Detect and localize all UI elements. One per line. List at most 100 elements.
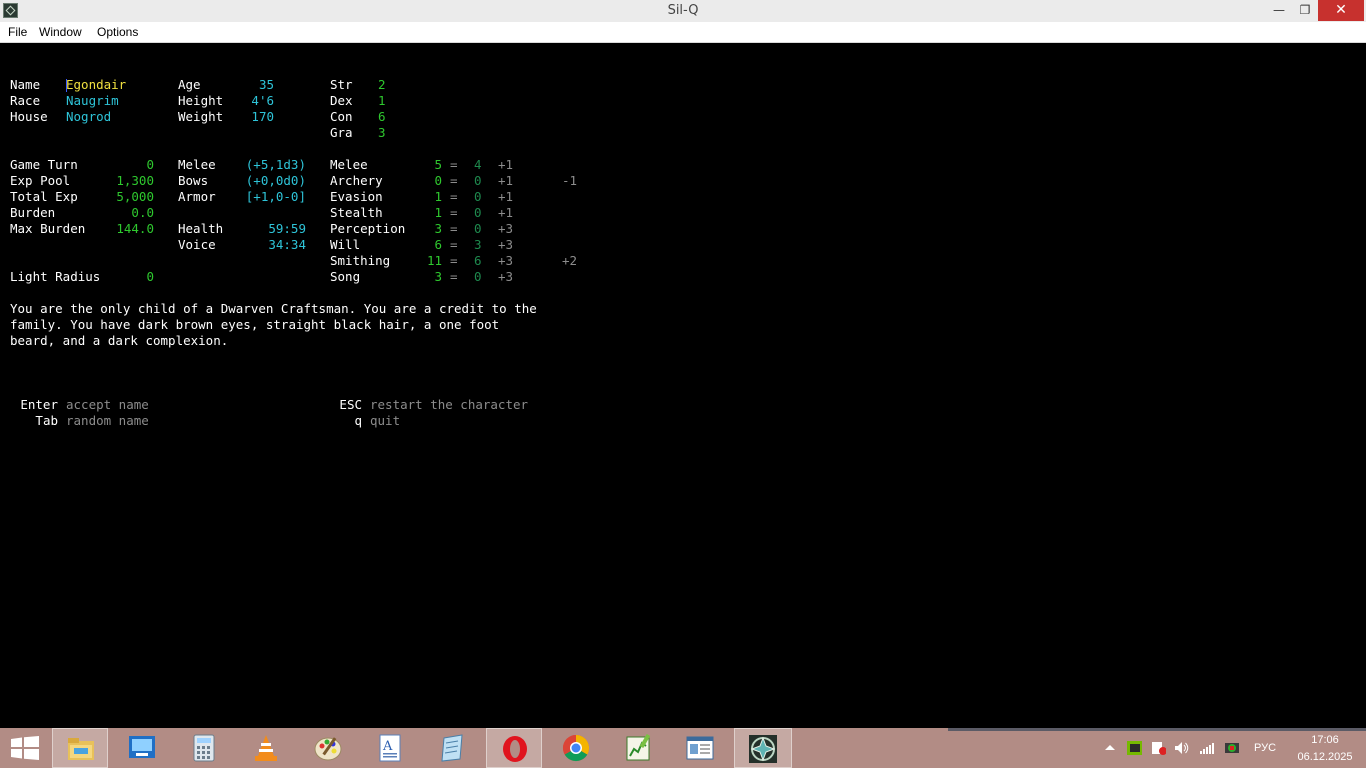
skill-base: 0	[474, 173, 482, 188]
info-value: 1,300	[116, 173, 154, 188]
height-value: 4'6	[251, 93, 274, 108]
taskbar-chrome[interactable]	[548, 728, 604, 768]
skill-label: Stealth	[330, 205, 383, 220]
stat-value: 1	[378, 93, 386, 108]
window-title: Sil-Q	[667, 3, 699, 18]
info-label: Exp Pool	[10, 173, 71, 188]
taskbar-spreadsheet[interactable]	[610, 728, 666, 768]
skill-total: 6	[434, 237, 442, 252]
signal-strength-icon[interactable]	[1199, 741, 1214, 755]
skill-label: Evasion	[330, 189, 383, 204]
stat-value: 3	[378, 125, 386, 140]
skill-equals: =	[450, 157, 458, 172]
weight-label: Weight	[178, 109, 224, 124]
taskbar-file-explorer[interactable]	[52, 728, 108, 768]
age-label: Age	[178, 77, 201, 92]
race-label: Race	[10, 93, 41, 108]
taskbar-opera[interactable]	[486, 728, 542, 768]
taskbar-vlc[interactable]	[238, 728, 294, 768]
command-key-tab[interactable]: Tab	[10, 413, 58, 429]
command-desc: quit	[370, 413, 401, 428]
skill-equals: =	[450, 173, 458, 188]
menu-bar: File Window Options	[0, 22, 1366, 43]
info-value: 144.0	[116, 221, 154, 236]
command-key-q[interactable]: q	[322, 413, 362, 429]
skill-base: 4	[474, 157, 482, 172]
start-button[interactable]	[0, 728, 50, 768]
info-label: Game Turn	[10, 157, 78, 172]
skill-bonus: +3	[498, 237, 514, 252]
stat-label: Con	[330, 109, 353, 124]
stat-value: 6	[378, 109, 386, 124]
taskbar-sil-q[interactable]	[734, 728, 792, 768]
skill-bonus: +3	[498, 221, 514, 236]
vlc-cone-icon	[255, 735, 277, 761]
minimize-button[interactable]: —	[1266, 0, 1292, 21]
clock-time[interactable]: 17:06	[1290, 734, 1360, 746]
history-line: family. You have dark brown eyes, straig…	[10, 317, 500, 332]
skill-equals: =	[450, 221, 458, 236]
skill-base: 0	[474, 189, 482, 204]
opera-icon	[503, 736, 527, 762]
weight-value: 170	[251, 109, 274, 124]
combat-value: 59:59	[268, 221, 306, 236]
stat-label: Gra	[330, 125, 353, 140]
skill-equals: =	[450, 205, 458, 220]
skill-total: 3	[434, 221, 442, 236]
command-key-esc[interactable]: ESC	[322, 397, 362, 413]
taskbar-calculator[interactable]	[176, 728, 232, 768]
game-terminal[interactable]	[0, 43, 1366, 728]
network-error-icon[interactable]	[1151, 741, 1166, 755]
history-line: beard, and a dark complexion.	[10, 333, 229, 348]
taskbar-notepad[interactable]	[424, 728, 480, 768]
calculator-icon	[193, 734, 215, 762]
skill-equals: =	[450, 237, 458, 252]
combat-label: Melee	[178, 157, 216, 172]
menu-window[interactable]: Window	[39, 25, 82, 39]
info-label: Total Exp	[10, 189, 78, 204]
language-indicator[interactable]: РУС	[1254, 742, 1276, 754]
skill-base: 3	[474, 237, 482, 252]
skill-equals: =	[450, 189, 458, 204]
skill-bonus: +1	[498, 189, 514, 204]
paint-palette-icon	[314, 737, 342, 761]
taskbar-wordpad[interactable]: A	[362, 728, 418, 768]
history-line: You are the only child of a Dwarven Craf…	[10, 301, 537, 316]
command-desc: random name	[66, 413, 149, 428]
info-label: Burden	[10, 205, 56, 220]
character-name[interactable]: Egondair	[66, 77, 126, 93]
volume-icon[interactable]	[1174, 741, 1189, 755]
name-label: Name	[10, 77, 41, 92]
skill-base: 0	[474, 221, 482, 236]
control-panel-icon	[129, 736, 155, 758]
skill-total: 1	[434, 205, 442, 220]
skill-extra: -1	[562, 173, 578, 188]
nvidia-icon[interactable]	[1127, 741, 1142, 755]
combat-value: 34:34	[268, 237, 306, 252]
menu-file[interactable]: File	[8, 25, 27, 39]
clock-date[interactable]: 06.12.2025	[1290, 751, 1360, 763]
skill-label: Archery	[330, 173, 383, 188]
skill-extra: +2	[562, 253, 578, 268]
taskbar-document-viewer[interactable]	[672, 728, 728, 768]
info-value: 0	[146, 157, 154, 172]
folder-icon	[68, 738, 94, 760]
taskbar-paint[interactable]	[300, 728, 356, 768]
height-label: Height	[178, 93, 224, 108]
menu-options[interactable]: Options	[97, 25, 138, 39]
shield-antivirus-icon[interactable]	[1224, 741, 1239, 755]
info-value: 0.0	[131, 205, 154, 220]
command-key-enter[interactable]: Enter	[10, 397, 58, 413]
show-hidden-icons-icon[interactable]	[1104, 741, 1119, 755]
chart-editor-icon	[626, 734, 651, 761]
combat-value: (+0,0d0)	[245, 173, 306, 188]
restore-button[interactable]: ❐	[1292, 0, 1318, 21]
taskbar-control-panel[interactable]	[114, 728, 170, 768]
notepad-icon	[441, 734, 463, 762]
command-desc: accept name	[66, 397, 149, 412]
skill-base: 0	[474, 205, 482, 220]
skill-base: 0	[474, 269, 482, 284]
info-value: 0	[146, 269, 154, 284]
skill-total: 5	[434, 157, 442, 172]
close-button[interactable]: ✕	[1318, 0, 1364, 21]
